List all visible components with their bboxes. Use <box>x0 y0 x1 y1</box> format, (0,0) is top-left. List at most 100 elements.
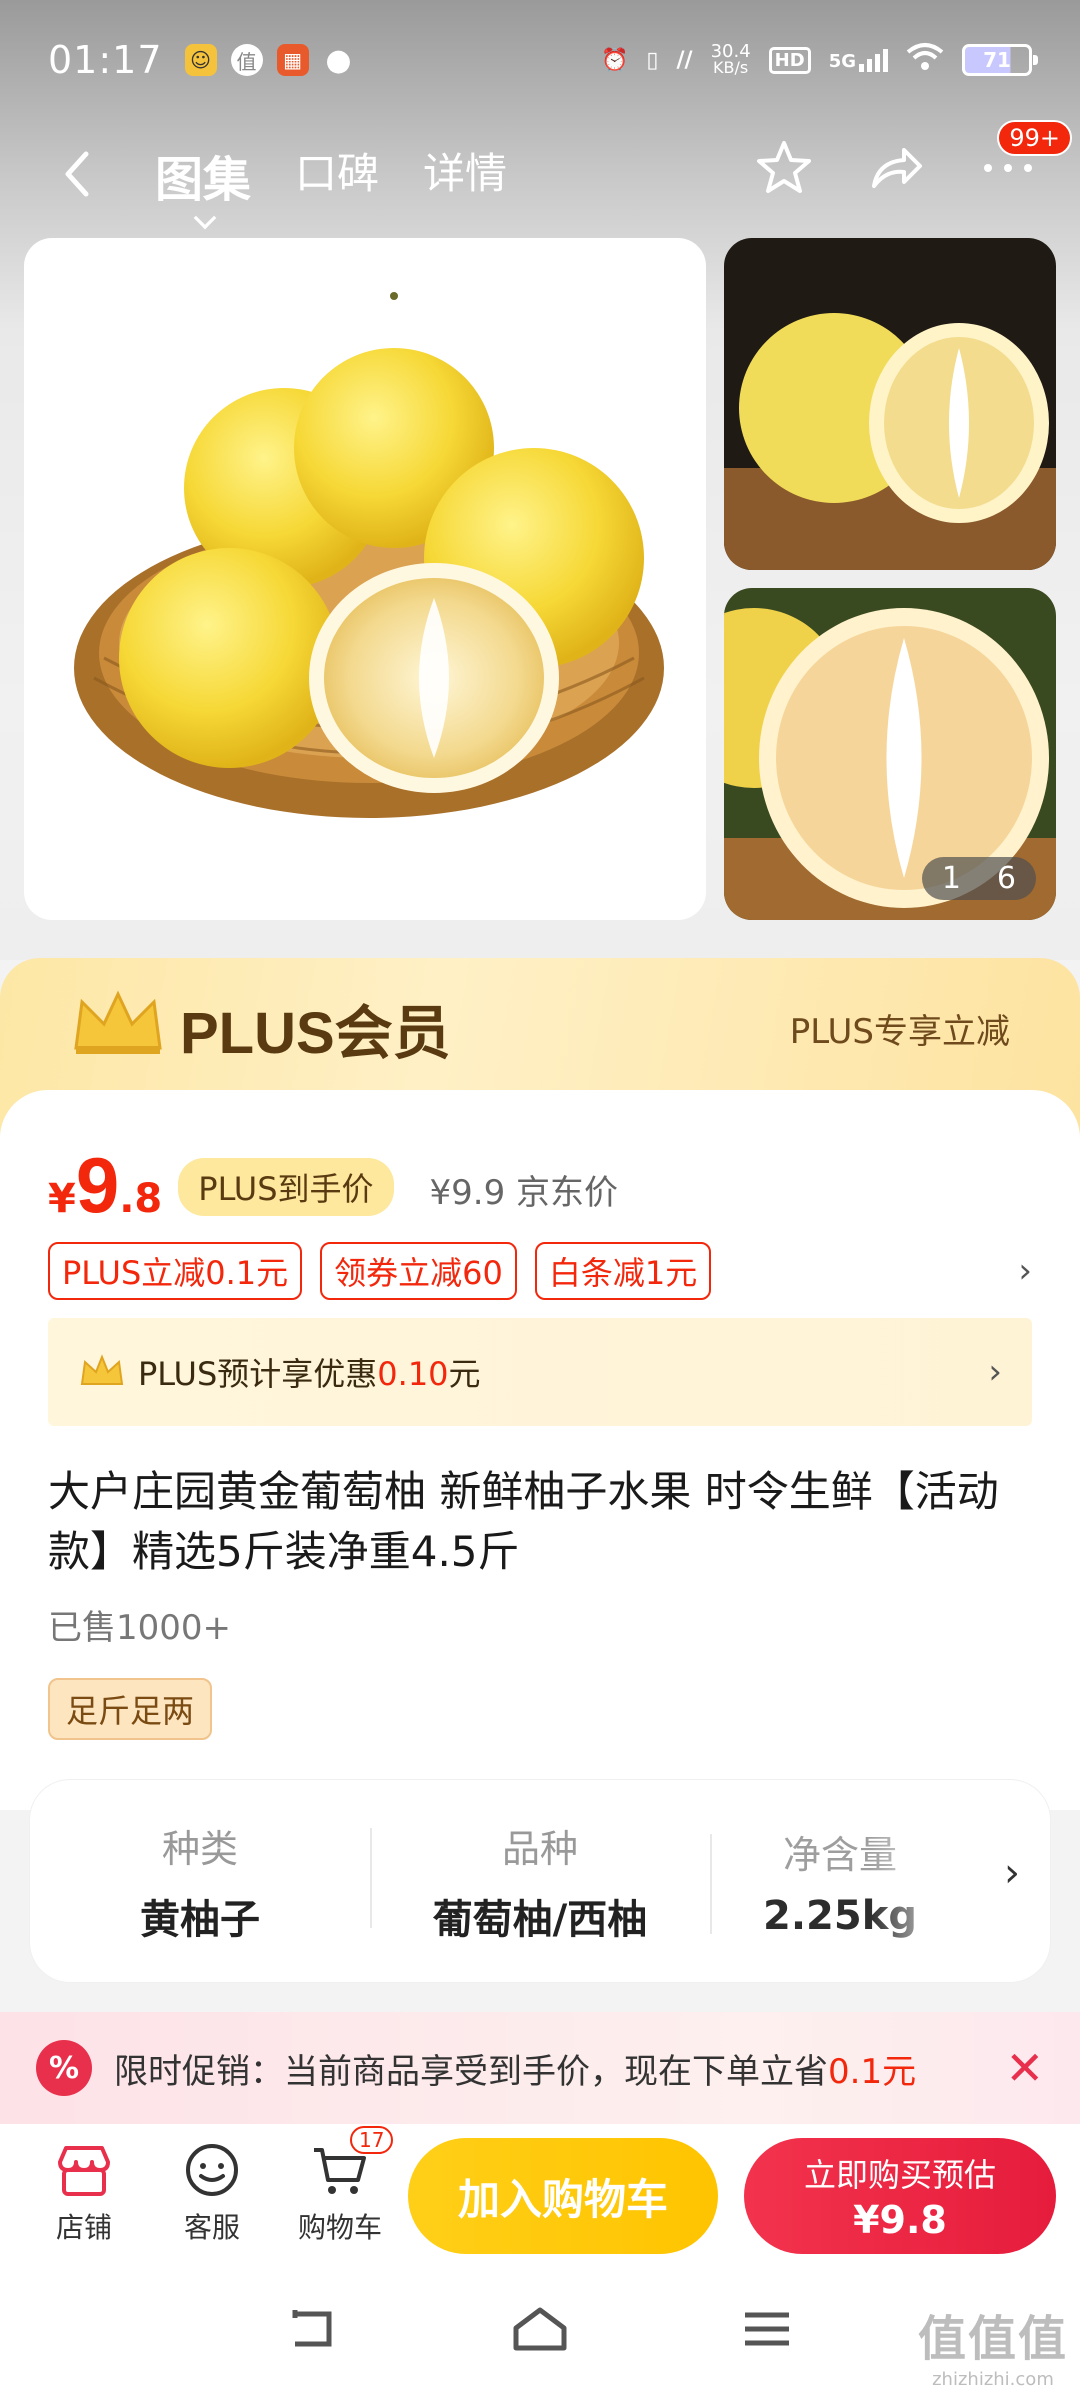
plus-tag: PLUS专享立减 <box>789 1012 1010 1052</box>
product-info-card: ¥ 9 .8 PLUS到手价 ¥9.9 京东价 PLUS立减0.1元 领券立减6… <box>0 1090 1080 1810</box>
promo-strip-message: 限时促销：当前商品享受到手价，现在下单立省 <box>114 2051 828 2092</box>
nav-actions: 99+ <box>752 120 1072 200</box>
price-currency: ¥ <box>48 1176 76 1222</box>
app-notification-icon: 值 <box>230 44 263 76</box>
watermark: 值值值 zhizhizhi.com <box>918 2299 1068 2390</box>
promo-strip-text: 限时促销：当前商品享受到手价，现在下单立省0.1元 <box>114 2044 916 2093</box>
promo-chip: 领券立减60 <box>320 1242 517 1300</box>
net-speed-unit: KB/s <box>713 58 749 77</box>
store-icon <box>58 2146 110 2196</box>
price-decimal: .8 <box>119 1176 163 1222</box>
tab-details[interactable]: 详情 <box>423 140 507 224</box>
gallery-main-image[interactable] <box>24 238 706 920</box>
watermark-logo: 值值值 <box>917 2311 1068 2367</box>
system-back-button[interactable] <box>285 2304 341 2358</box>
back-arrow-icon <box>292 2310 332 2347</box>
notification-icons: ☺ 值 ▦ ● <box>184 42 355 78</box>
customer-service-button[interactable]: 客服 <box>148 2140 276 2246</box>
buy-now-price: ¥9.8 <box>853 2198 947 2242</box>
message-icon: ● <box>325 42 352 78</box>
spec-item: 种类 黄柚子 <box>30 1818 370 1945</box>
watermark-url: zhizhizhi.com <box>932 2369 1054 2390</box>
share-button[interactable] <box>864 136 928 200</box>
product-title: 大户庄园黄金葡萄柚 新鲜柚子水果 时令生鲜【活动款】精选5斤装净重4.5斤 <box>48 1467 999 1576</box>
gallery-counter: 1 6 <box>921 857 1036 900</box>
discount-icon: % <box>36 2040 92 2096</box>
system-menu-button[interactable] <box>739 2307 795 2355</box>
tab-reviews[interactable]: 口碑 <box>295 140 379 224</box>
plus-saving-bar[interactable]: PLUS预计享优惠0.10元 › <box>48 1318 1032 1426</box>
price-integer: 9 <box>75 1141 120 1229</box>
battery-level: 71 <box>983 48 1011 72</box>
tab-gallery[interactable]: 图集 <box>155 140 251 224</box>
status-bar: 01:17 ☺ 值 ▦ ● ⏰ ▯ // 30.4 KB/s HD 5G 71 <box>0 0 1080 120</box>
chevron-right-icon: › <box>1004 1850 1020 1896</box>
service-smile-icon <box>186 2144 238 2196</box>
net-speed: 30.4 KB/s <box>711 43 751 77</box>
buy-now-label: 立即购买预估 <box>803 2156 996 2194</box>
plus-saving-text: PLUS预计享优惠0.10元 <box>138 1349 481 1395</box>
buy-now-button[interactable]: 立即购买预估 ¥9.8 <box>744 2138 1056 2254</box>
cart-button[interactable]: 17 购物车 <box>276 2126 404 2246</box>
crown-icon <box>74 990 162 1054</box>
battery-icon: 71 <box>962 44 1038 76</box>
sold-count: 已售1000+ <box>48 1608 232 1648</box>
signal-label: 5G <box>828 50 856 72</box>
promo-strip-amount: 0.1元 <box>828 2051 917 2092</box>
price-row: ¥ 9 .8 PLUS到手价 ¥9.9 京东价 <box>48 1140 618 1231</box>
grapefruit-basket-image <box>74 292 664 818</box>
store-label: 店铺 <box>55 2211 112 2244</box>
status-time: 01:17 <box>48 38 163 82</box>
plus-saving-suffix: 元 <box>448 1355 481 1393</box>
chevron-right-icon: › <box>1018 1251 1032 1291</box>
back-button[interactable] <box>50 144 110 204</box>
gallery-total: 6 <box>996 861 1016 896</box>
system-home-button[interactable] <box>510 2304 570 2358</box>
spec-label: 品种 <box>501 1826 578 1871</box>
share-icon <box>872 148 922 188</box>
add-to-cart-button[interactable]: 加入购物车 <box>408 2138 718 2254</box>
more-dots-icon <box>984 164 1032 172</box>
system-nav-bar: 值值值 zhizhizhi.com <box>0 2262 1080 2400</box>
close-icon[interactable]: ✕ <box>1005 2041 1044 2095</box>
vibrate-icon: ▯ <box>646 47 659 73</box>
plus-title: PLUS会员 <box>180 1001 451 1066</box>
specs-card[interactable]: 种类 黄柚子 品种 葡萄柚/西柚 净含量 2.25kg › <box>30 1780 1050 1982</box>
more-badge: 99+ <box>997 120 1072 156</box>
plus-saving-amount: 0.10 <box>377 1355 449 1393</box>
menu-icon <box>745 2312 790 2346</box>
crown-icon <box>80 1354 124 1385</box>
cart-label: 购物车 <box>297 2211 382 2244</box>
nfc-icon: // <box>676 47 693 73</box>
gallery-current: 1 <box>941 861 961 896</box>
spec-value: 葡萄柚/西柚 <box>432 1896 648 1943</box>
signal-icon: 5G <box>828 48 888 72</box>
nav-tabs: 图集 口碑 详情 <box>155 140 507 224</box>
chevron-right-icon: › <box>988 1352 1002 1392</box>
spec-item: 品种 葡萄柚/西柚 <box>370 1818 710 1945</box>
favorite-button[interactable] <box>752 136 816 200</box>
jd-price: ¥9.9 京东价 <box>429 1173 619 1213</box>
app-notification-icon: ☺ <box>184 44 217 76</box>
home-icon <box>513 2307 567 2351</box>
plus-saving-prefix: PLUS预计享优惠 <box>138 1355 378 1393</box>
product-tag: 足斤足两 <box>48 1678 213 1740</box>
promo-row[interactable]: PLUS立减0.1元 领券立减60 白条减1元 › <box>48 1242 1032 1300</box>
star-icon <box>757 141 811 193</box>
spec-fade <box>870 1780 960 1982</box>
promo-strip[interactable]: % 限时促销：当前商品享受到手价，现在下单立省0.1元 ✕ <box>0 2012 1080 2124</box>
more-button[interactable]: 99+ <box>976 120 1072 200</box>
gallery-thumbnail[interactable] <box>724 238 1056 570</box>
grapefruit-thumbnail-image <box>724 238 1056 570</box>
promo-chip: PLUS立减0.1元 <box>48 1242 303 1300</box>
chevron-left-icon <box>65 151 89 197</box>
top-nav-bar: 图集 口碑 详情 99+ <box>0 120 1080 230</box>
promo-chip: 白条减1元 <box>534 1242 712 1300</box>
gallery-thumbnail[interactable]: 1 6 <box>724 588 1056 920</box>
status-indicators: ⏰ ▯ // 30.4 KB/s HD 5G 71 <box>601 42 1038 78</box>
spec-value: 黄柚子 <box>140 1896 260 1943</box>
spec-label: 种类 <box>161 1826 238 1871</box>
store-button[interactable]: 店铺 <box>20 2140 148 2246</box>
hd-icon: HD <box>768 46 811 74</box>
app-notification-icon: ▦ <box>276 44 309 76</box>
